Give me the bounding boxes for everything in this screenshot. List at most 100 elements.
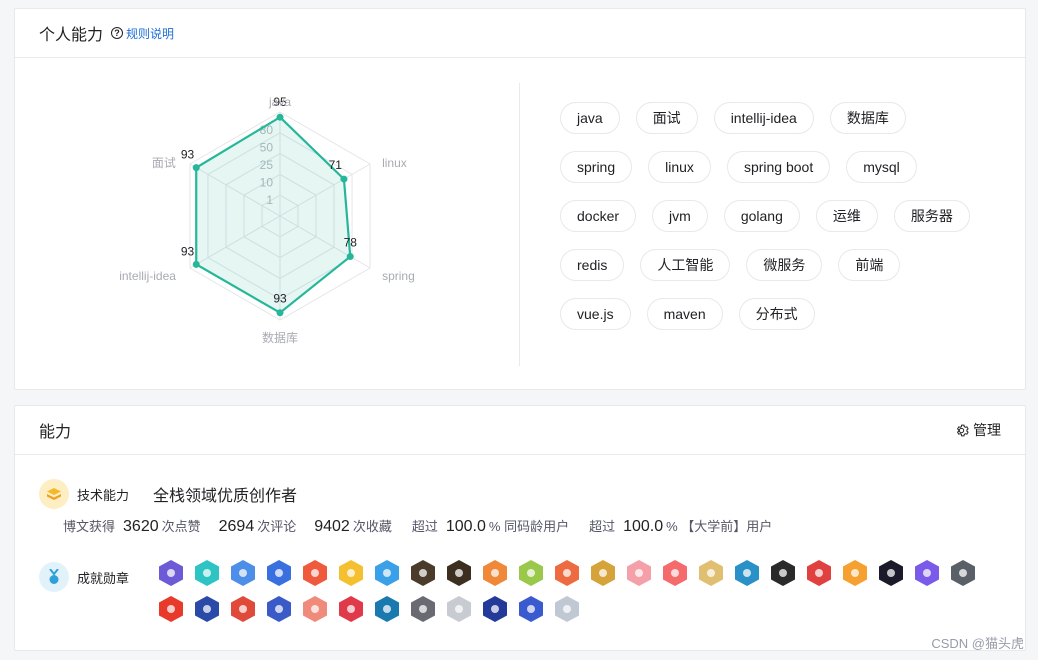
- skill-tag[interactable]: maven: [646, 298, 723, 330]
- medals-row: 成就勋章: [39, 562, 129, 592]
- skill-tag[interactable]: 数据库: [829, 102, 906, 134]
- exceed1-value: 100.0: [445, 518, 486, 535]
- medal-hexagon: [375, 596, 399, 622]
- medal-redpen-icon[interactable]: [339, 596, 363, 622]
- medal-space-icon[interactable]: [879, 560, 903, 586]
- skill-tag[interactable]: docker: [560, 200, 637, 232]
- medal-pink-icon[interactable]: [627, 560, 651, 586]
- medal-rocket3-icon[interactable]: [483, 596, 507, 622]
- medal-red-icon[interactable]: [303, 560, 327, 586]
- skill-tag[interactable]: linux: [648, 151, 711, 183]
- medal-cyan-icon[interactable]: [735, 560, 759, 586]
- radar-value-label: 93: [181, 148, 195, 162]
- medal-github-icon[interactable]: [411, 596, 435, 622]
- medal-peach-icon[interactable]: [303, 596, 327, 622]
- skill-tag[interactable]: java: [560, 102, 620, 134]
- medal-hexagon: [663, 560, 687, 586]
- medal-orange2-icon[interactable]: [843, 560, 867, 586]
- skill-tag[interactable]: intellij-idea: [713, 102, 814, 134]
- medal-hexagon: [447, 560, 471, 586]
- medal-orange-icon[interactable]: [483, 560, 507, 586]
- skill-tag[interactable]: 前端: [838, 249, 901, 281]
- medal-emblem: [563, 569, 571, 577]
- skill-tag[interactable]: redis: [560, 249, 625, 281]
- radar-axis-label: spring: [382, 269, 415, 283]
- medal-hexagon: [843, 560, 867, 586]
- medal-yellow-icon[interactable]: [339, 560, 363, 586]
- radar-value-label: 78: [344, 236, 358, 250]
- medal-emblem: [743, 569, 751, 577]
- medal-hexagon: [267, 560, 291, 586]
- skill-tag[interactable]: 服务器: [893, 200, 970, 232]
- likes-count: 3620: [123, 518, 159, 535]
- radar-point: [276, 113, 284, 121]
- medal-emblem: [455, 605, 463, 613]
- radar-value-label: 93: [181, 244, 195, 258]
- radar-point: [276, 309, 284, 317]
- medal-globe-icon[interactable]: [375, 560, 399, 586]
- medals-label: 成就勋章: [77, 570, 130, 586]
- skill-tag[interactable]: spring: [560, 151, 633, 183]
- skill-tag[interactable]: 微服务: [746, 249, 823, 281]
- medal-20-icon[interactable]: [555, 596, 579, 622]
- skill-tag[interactable]: spring boot: [726, 151, 831, 183]
- medal-blue-icon[interactable]: [267, 560, 291, 586]
- medal-monkey-icon[interactable]: [555, 560, 579, 586]
- skill-radar-chart: 80 50 25 10 1 95 71 78 93 93 93 java linux spring 数据库 i…: [105, 84, 445, 379]
- medal-1024-icon[interactable]: [807, 560, 831, 586]
- question-icon: ?: [111, 27, 124, 39]
- skill-tag[interactable]: jvm: [652, 200, 708, 232]
- ribbon-medal-icon: [49, 569, 59, 584]
- medal-hexagon: [231, 560, 255, 586]
- skill-tag[interactable]: 分布式: [738, 298, 815, 330]
- tech-ability-label: 技术能力: [77, 487, 130, 503]
- medal-star-icon[interactable]: [699, 560, 723, 586]
- manage-label: 管理: [973, 422, 1001, 438]
- skill-tag[interactable]: 运维: [815, 200, 878, 232]
- medal-gift-icon[interactable]: [159, 596, 183, 622]
- medal-emblem: [635, 569, 643, 577]
- medal-hexagon: [483, 596, 507, 622]
- medal-1024b-icon[interactable]: [231, 596, 255, 622]
- medal-purple-icon[interactable]: [159, 560, 183, 586]
- medal-gray-icon[interactable]: [951, 560, 975, 586]
- skill-tag[interactable]: 面试: [635, 102, 698, 134]
- rule-link[interactable]: ? 规则说明: [111, 25, 174, 42]
- medal-hexagon: [231, 596, 255, 622]
- medal-black-icon[interactable]: [771, 560, 795, 586]
- favorites-count: 9402: [314, 518, 350, 535]
- medal-hexagon: [555, 596, 579, 622]
- medal-dark2-icon[interactable]: [447, 560, 471, 586]
- medal-emblem: [239, 605, 247, 613]
- medal-linkedin-icon[interactable]: [375, 596, 399, 622]
- medal-rocket2-icon[interactable]: [267, 596, 291, 622]
- medal-hexagon: [447, 596, 471, 622]
- medal-dark-icon[interactable]: [411, 560, 435, 586]
- skill-tag[interactable]: vue.js: [560, 298, 631, 330]
- medal-hexagon: [303, 596, 327, 622]
- radar-svg: 805025101957178939393javalinuxspring数据库i…: [119, 95, 415, 345]
- skill-tag[interactable]: golang: [723, 200, 800, 232]
- medal-hexagon: [879, 560, 903, 586]
- medal-rocket4-icon[interactable]: [519, 596, 543, 622]
- ability-card-header: 能力 管理: [15, 406, 1025, 455]
- medal-emblem: [347, 605, 355, 613]
- medal-green-icon[interactable]: [519, 560, 543, 586]
- radar-axis-label: 面试: [152, 155, 176, 170]
- radar-axis-label: 数据库: [262, 330, 298, 345]
- medal-violet-icon[interactable]: [915, 560, 939, 586]
- manage-button[interactable]: 管理: [954, 420, 1001, 440]
- comments-count: 2694: [218, 518, 255, 535]
- tech-ability-row: 技术能力 全栈领域优质创作者: [39, 479, 297, 509]
- medal-emblem: [527, 569, 535, 577]
- medal-rocket-icon[interactable]: [195, 596, 219, 622]
- skill-tag[interactable]: 人工智能: [640, 249, 731, 281]
- skill-tag[interactable]: mysql: [846, 151, 917, 183]
- medal-hexagon: [375, 560, 399, 586]
- medal-hexagon: [519, 596, 543, 622]
- medal-teal-icon[interactable]: [195, 560, 219, 586]
- medal-30-icon[interactable]: [447, 596, 471, 622]
- medal-red2-icon[interactable]: [663, 560, 687, 586]
- medal-gold-icon[interactable]: [591, 560, 615, 586]
- medal-pen-icon[interactable]: [231, 560, 255, 586]
